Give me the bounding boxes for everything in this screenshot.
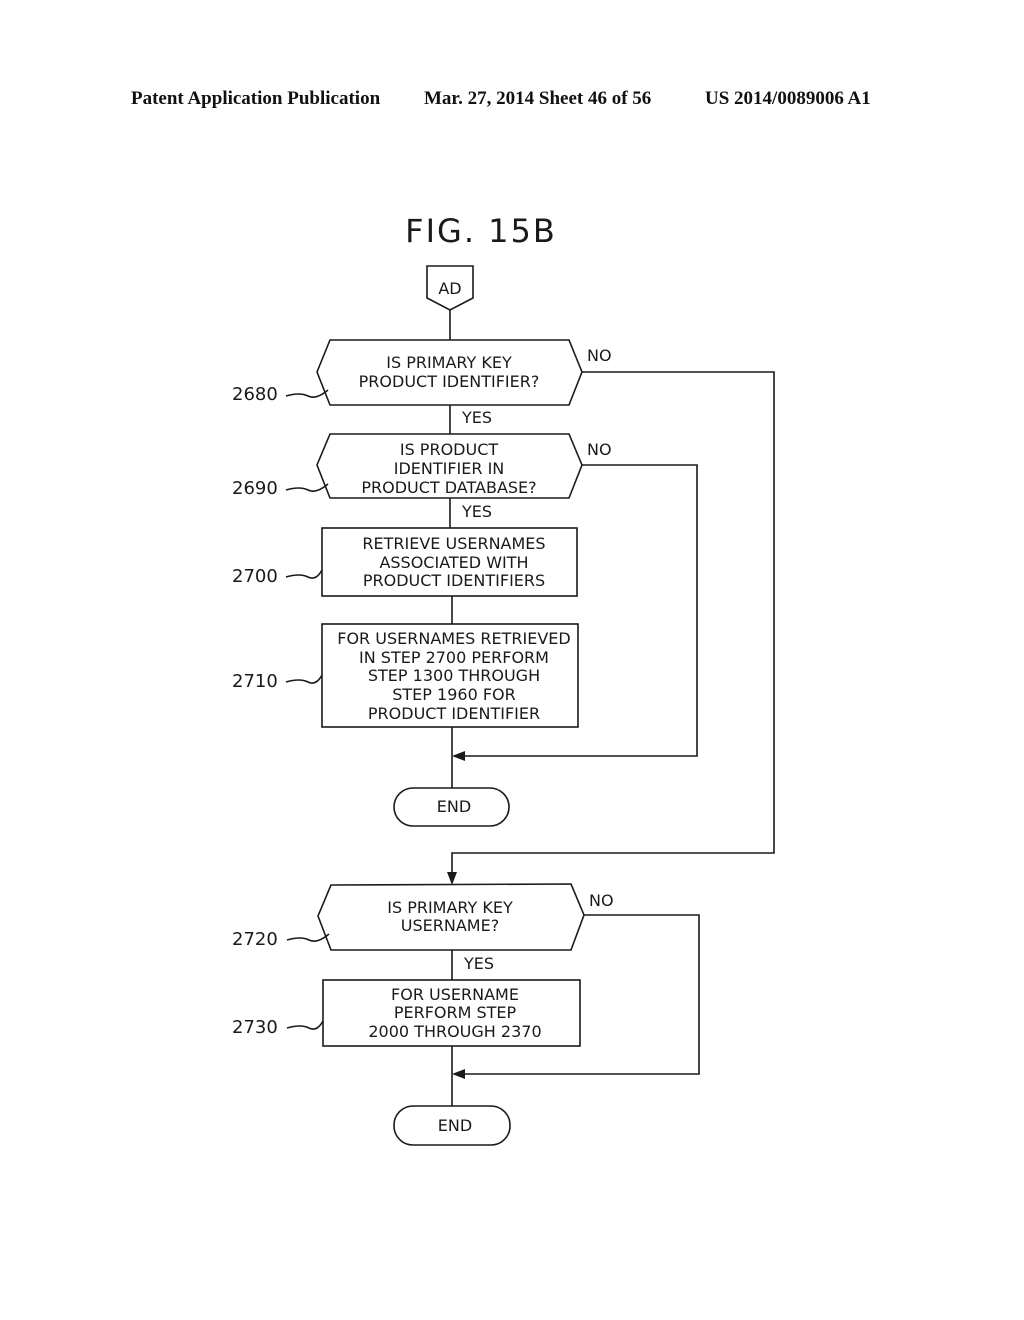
arrowhead-icon — [452, 751, 465, 761]
leader-line — [286, 933, 330, 942]
decision-2680-line-1: IS PRIMARY KEY — [386, 353, 512, 372]
process-2730-line-2: PERFORM STEP — [394, 1003, 517, 1022]
ref-2700: 2700 — [232, 566, 278, 587]
decision-2680-line-2: PRODUCT IDENTIFIER? — [359, 372, 540, 391]
decision-2720-line-1: IS PRIMARY KEY — [387, 898, 513, 917]
ref-2680: 2680 — [232, 384, 278, 405]
leader-line — [285, 483, 329, 492]
decision-2690-line-2: IDENTIFIER IN — [394, 459, 505, 478]
ref-2690: 2690 — [232, 478, 278, 499]
process-2700-line-1: RETRIEVE USERNAMES — [362, 534, 545, 553]
process-2710-line-4: STEP 1960 FOR — [392, 685, 516, 704]
leader-line — [286, 1020, 324, 1030]
no-label: NO — [587, 440, 612, 459]
yes-label: YES — [461, 502, 492, 521]
process-2710-line-3: STEP 1300 THROUGH — [368, 666, 540, 685]
terminal-end-1-label: END — [437, 797, 471, 816]
terminal-end-2-label: END — [438, 1116, 472, 1135]
yes-label: YES — [461, 408, 492, 427]
ref-2710: 2710 — [232, 671, 278, 692]
figure-title: FIG. 15B — [405, 212, 557, 250]
process-2700-line-2: ASSOCIATED WITH — [379, 553, 528, 572]
arrowhead-icon — [452, 1069, 465, 1079]
process-2730-line-3: 2000 THROUGH 2370 — [368, 1022, 541, 1041]
leader-line — [285, 569, 323, 579]
leader-line — [285, 389, 329, 398]
process-2710-line-1: FOR USERNAMES RETRIEVED — [337, 629, 570, 648]
process-2710-line-5: PRODUCT IDENTIFIER — [368, 704, 540, 723]
no-label: NO — [589, 891, 614, 910]
process-2730-line-1: FOR USERNAME — [391, 985, 519, 1004]
process-2700-line-3: PRODUCT IDENTIFIERS — [363, 571, 545, 590]
connector-label: AD — [438, 279, 461, 298]
ref-2730: 2730 — [232, 1017, 278, 1038]
decision-2690-line-3: PRODUCT DATABASE? — [361, 478, 536, 497]
ref-2720: 2720 — [232, 929, 278, 950]
decision-2690-line-1: IS PRODUCT — [400, 440, 499, 459]
yes-label: YES — [463, 954, 494, 973]
flowchart: FIG. 15B AD IS PRIMARY KEY PRODUCT IDENT… — [232, 212, 775, 1146]
leader-line — [285, 674, 323, 684]
process-2710-line-2: IN STEP 2700 PERFORM — [359, 648, 549, 667]
decision-2720-line-2: USERNAME? — [401, 916, 499, 935]
arrowhead-icon — [447, 872, 457, 885]
no-label: NO — [587, 346, 612, 365]
